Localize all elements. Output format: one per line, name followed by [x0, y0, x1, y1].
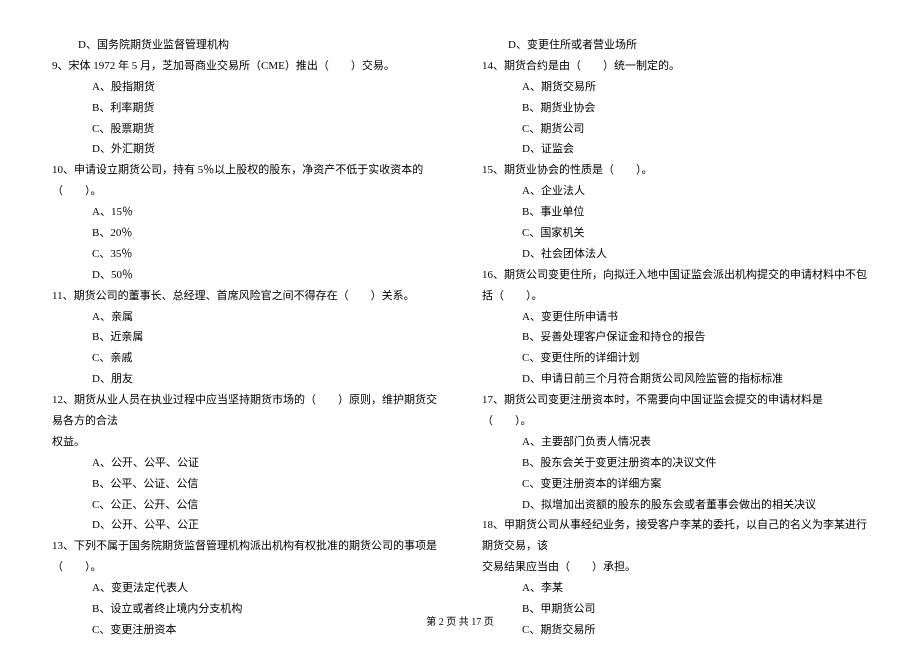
- option-text: A、期货交易所: [480, 77, 870, 98]
- question-9: 9、宋体 1972 年 5 月，芝加哥商业交易所（CME）推出（ ）交易。: [50, 56, 440, 77]
- option-text: C、变更注册资本的详细方案: [480, 474, 870, 495]
- question-13: 13、下列不属于国务院期货监督管理机构派出机构有权批准的期货公司的事项是（ ）。: [50, 536, 440, 578]
- option-text: B、妥善处理客户保证金和持仓的报告: [480, 327, 870, 348]
- option-text: C、国家机关: [480, 223, 870, 244]
- option-text: A、变更住所申请书: [480, 307, 870, 328]
- question-12-continue: 权益。: [50, 432, 440, 453]
- question-16: 16、期货公司变更住所，向拟迁入地中国证监会派出机构提交的申请材料中不包括（ ）…: [480, 265, 870, 307]
- question-15: 15、期货业协会的性质是（ ）。: [480, 160, 870, 181]
- option-text: A、变更法定代表人: [50, 578, 440, 599]
- option-text: D、50％: [50, 265, 440, 286]
- option-text: B、20％: [50, 223, 440, 244]
- option-text: C、公正、公开、公信: [50, 495, 440, 516]
- two-column-layout: D、国务院期货业监督管理机构 9、宋体 1972 年 5 月，芝加哥商业交易所（…: [50, 35, 870, 641]
- right-column: D、变更住所或者营业场所 14、期货合约是由（ ）统一制定的。 A、期货交易所 …: [480, 35, 870, 641]
- question-17: 17、期货公司变更注册资本时，不需要向中国证监会提交的申请材料是（ ）。: [480, 390, 870, 432]
- option-text: A、李某: [480, 578, 870, 599]
- left-column: D、国务院期货业监督管理机构 9、宋体 1972 年 5 月，芝加哥商业交易所（…: [50, 35, 440, 641]
- question-18: 18、甲期货公司从事经纪业务，接受客户李某的委托，以自己的名义为李某进行期货交易…: [480, 515, 870, 557]
- question-12: 12、期货从业人员在执业过程中应当坚持期货市场的（ ）原则，维护期货交易各方的合…: [50, 390, 440, 432]
- option-text: B、股东会关于变更注册资本的决议文件: [480, 453, 870, 474]
- option-text: C、变更住所的详细计划: [480, 348, 870, 369]
- option-text: B、事业单位: [480, 202, 870, 223]
- option-text: A、企业法人: [480, 181, 870, 202]
- option-text: D、拟增加出资额的股东的股东会或者董事会做出的相关决议: [480, 495, 870, 516]
- question-11: 11、期货公司的董事长、总经理、首席风险官之间不得存在（ ）关系。: [50, 286, 440, 307]
- question-10: 10、申请设立期货公司，持有 5％以上股权的股东，净资产不低于实收资本的（ ）。: [50, 160, 440, 202]
- option-text: D、证监会: [480, 139, 870, 160]
- question-18-continue: 交易结果应当由（ ）承担。: [480, 557, 870, 578]
- option-text: B、近亲属: [50, 327, 440, 348]
- option-text: A、亲属: [50, 307, 440, 328]
- option-text: D、国务院期货业监督管理机构: [50, 35, 440, 56]
- option-text: A、15％: [50, 202, 440, 223]
- option-text: C、期货公司: [480, 119, 870, 140]
- option-text: B、公平、公证、公信: [50, 474, 440, 495]
- option-text: D、申请日前三个月符合期货公司风险监管的指标标准: [480, 369, 870, 390]
- option-text: D、变更住所或者营业场所: [480, 35, 870, 56]
- option-text: B、期货业协会: [480, 98, 870, 119]
- option-text: D、朋友: [50, 369, 440, 390]
- option-text: D、公开、公平、公正: [50, 515, 440, 536]
- option-text: C、股票期货: [50, 119, 440, 140]
- option-text: B、利率期货: [50, 98, 440, 119]
- option-text: D、外汇期货: [50, 139, 440, 160]
- option-text: A、公开、公平、公证: [50, 453, 440, 474]
- question-14: 14、期货合约是由（ ）统一制定的。: [480, 56, 870, 77]
- option-text: C、亲戚: [50, 348, 440, 369]
- page-footer: 第 2 页 共 17 页: [0, 613, 920, 632]
- option-text: A、主要部门负责人情况表: [480, 432, 870, 453]
- option-text: A、股指期货: [50, 77, 440, 98]
- option-text: D、社会团体法人: [480, 244, 870, 265]
- option-text: C、35％: [50, 244, 440, 265]
